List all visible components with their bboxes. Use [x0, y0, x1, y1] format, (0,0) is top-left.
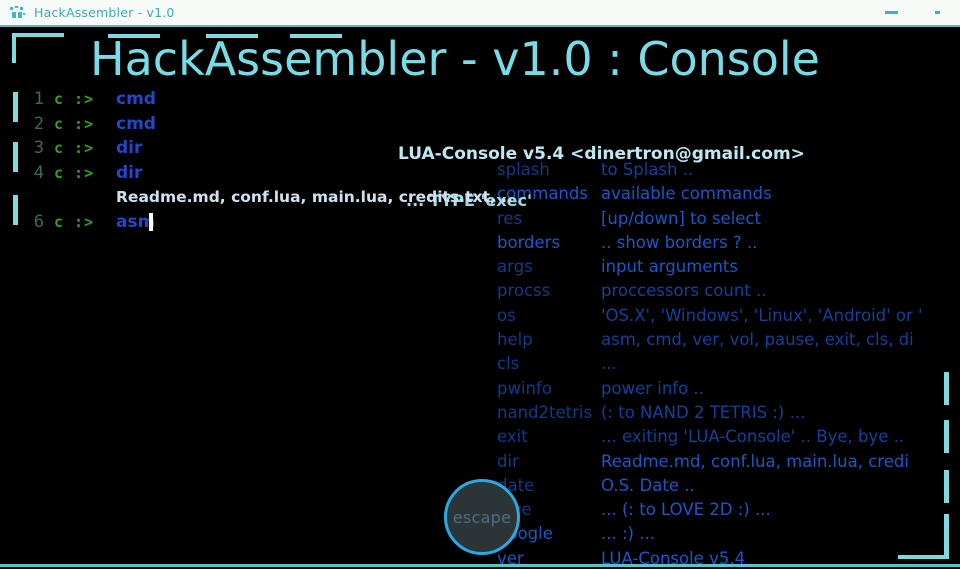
console-line: 2 c :> cmd [0, 112, 520, 137]
command-name: dir [497, 451, 519, 471]
window-controls [868, 0, 960, 25]
list-item: cls... [497, 354, 960, 378]
line-number: 3 [33, 138, 44, 159]
command-text: cmd [116, 89, 156, 110]
command-desc: .. show borders ? .. [601, 232, 758, 252]
list-item: google... :) ... [497, 524, 960, 548]
command-name: exit [497, 427, 528, 447]
console-history: 1 c :> cmd 2 c :> cmd 3 c :> dir 4 c :> … [0, 87, 520, 234]
command-output: Readme.md, conf.lua, main.lua, credits.t… [116, 188, 513, 207]
list-item: commands available commands [497, 184, 960, 208]
command-desc: asm, cmd, ver, vol, pause, exit, cls, di [601, 330, 914, 350]
line-number: 2 [33, 113, 44, 134]
command-desc: [up/down] to select [601, 208, 761, 228]
list-item: res [up/down] to select [497, 209, 960, 233]
list-item: love... (: to LOVE 2D :) ... [497, 500, 960, 524]
console-line: 3 c :> dir [0, 136, 520, 161]
console-line-active[interactable]: 6 c :> asm [0, 210, 520, 235]
list-item: pwinfo power info .. [497, 379, 960, 403]
line-number: 4 [33, 162, 44, 183]
list-item: exit ... exiting 'LUA-Console' .. Bye, by… [497, 427, 960, 451]
command-name: os [497, 305, 516, 325]
close-button[interactable] [914, 0, 960, 25]
minimize-button[interactable] [868, 0, 914, 25]
command-desc: proccessors count .. [601, 281, 767, 301]
window-title-bar: HackAssembler - v1.0 [0, 0, 960, 27]
list-item: dir Readme.md, conf.lua, main.lua, credi [497, 452, 960, 476]
window-title: HackAssembler - v1.0 [34, 5, 175, 20]
console-line: 4 c :> dir [0, 161, 520, 186]
command-name: cls [497, 354, 520, 374]
command-name: nand2tetris [497, 402, 593, 422]
command-text: dir [116, 162, 143, 183]
command-name: ver [497, 548, 524, 567]
command-name: procss [497, 281, 551, 301]
page-title: HackAssembler - v1.0 : Console [90, 32, 820, 86]
command-name: args [497, 257, 533, 277]
command-desc: input arguments [601, 257, 738, 277]
prompt-symbol: c :> [54, 90, 95, 109]
app-pixel-icon [10, 5, 26, 20]
console-line: 1 c :> cmd [0, 87, 520, 112]
command-desc: LUA-Console v5.4 [601, 548, 746, 567]
list-item: args input arguments [497, 257, 960, 281]
list-item: os 'OS.X', 'Windows', 'Linux', 'Android' … [497, 306, 960, 330]
command-desc: power info .. [601, 378, 704, 398]
prompt-symbol: c :> [54, 163, 95, 182]
command-desc: available commands [601, 184, 772, 204]
line-number: 1 [33, 89, 44, 110]
command-reference-list: splash to Splash .. commands available com… [497, 160, 960, 567]
command-desc: (: to NAND 2 TETRIS :) ... [601, 402, 806, 422]
command-desc: Readme.md, conf.lua, main.lua, credi [601, 451, 909, 471]
command-desc: O.S. Date .. [601, 475, 695, 495]
console-screen[interactable]: HackAssembler - v1.0 : Console splash to … [0, 27, 960, 567]
list-item: ver LUA-Console v5.4 [497, 548, 960, 567]
prompt-symbol: c :> [54, 212, 95, 231]
command-name: pwinfo [497, 378, 552, 398]
prompt-symbol: c :> [54, 139, 95, 158]
command-desc: ... exiting 'LUA-Console' .. Bye, bye .. [601, 427, 905, 447]
close-icon [934, 11, 940, 14]
escape-button-label: escape [452, 507, 512, 527]
command-name: help [497, 330, 533, 350]
prompt-symbol: c :> [54, 114, 95, 133]
text-cursor [149, 212, 154, 231]
list-item: date O.S. Date .. [497, 476, 960, 500]
frame-corner-top-left-v [12, 33, 16, 63]
console-line: Readme.md, conf.lua, main.lua, credits.t… [0, 185, 520, 210]
list-item: nand2tetris (: to NAND 2 TETRIS :) ... [497, 403, 960, 427]
list-item: borders .. show borders ? .. [497, 233, 960, 257]
command-desc: ... :) ... [601, 524, 655, 544]
list-item: help asm, cmd, ver, vol, pause, exit, cls… [497, 330, 960, 354]
command-desc: ... (: to LOVE 2D :) ... [601, 500, 771, 520]
command-name: borders [497, 232, 561, 252]
frame-corner-top-left-h [12, 33, 64, 37]
command-desc: ... [601, 354, 617, 374]
list-item: procss proccessors count .. [497, 281, 960, 305]
command-desc: 'OS.X', 'Windows', 'Linux', 'Android' or… [601, 305, 923, 325]
command-name: date [497, 475, 535, 495]
command-text: dir [116, 138, 143, 159]
minimize-icon [884, 11, 898, 14]
command-text: cmd [116, 113, 156, 134]
line-number: 6 [33, 211, 44, 232]
escape-button[interactable]: escape [444, 479, 520, 555]
